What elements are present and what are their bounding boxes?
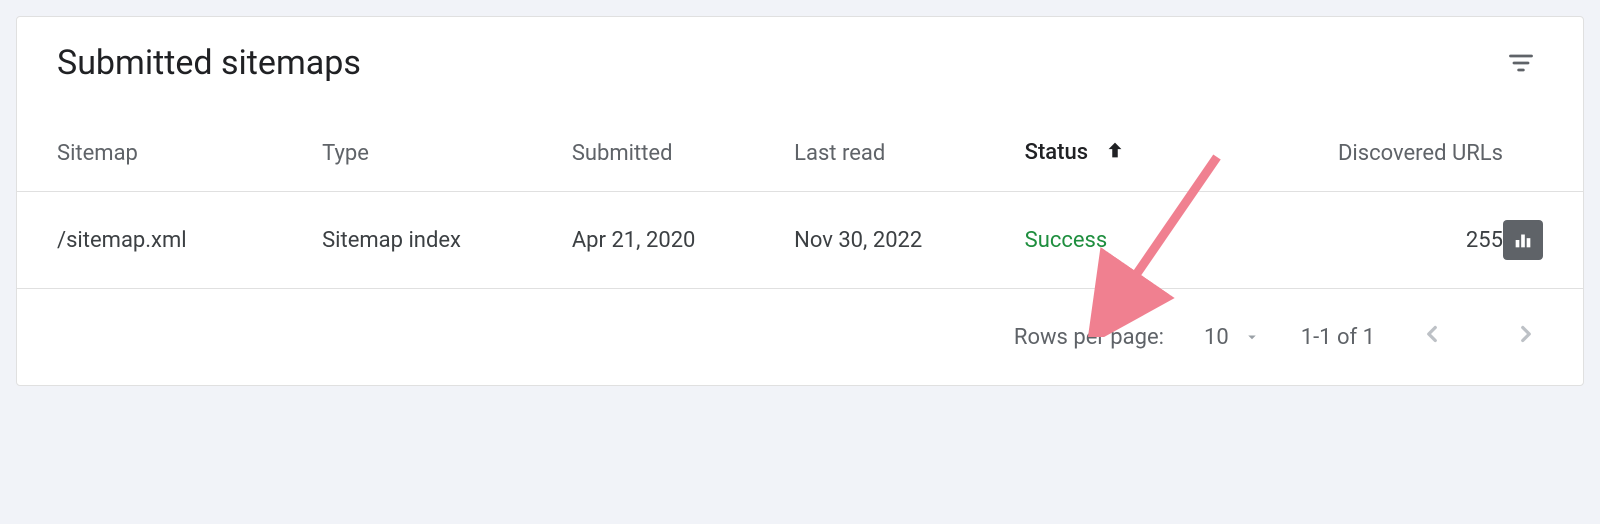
pagination-bar: Rows per page: 10 1-1 of 1: [17, 289, 1583, 385]
card-header: Submitted sitemaps: [17, 17, 1583, 109]
rows-per-page-value: 10: [1204, 325, 1229, 350]
card-title: Submitted sitemaps: [57, 43, 361, 83]
chevron-left-icon: [1419, 321, 1445, 347]
submitted-sitemaps-card: Submitted sitemaps Sitemap Type Submitte…: [16, 16, 1584, 386]
table-row[interactable]: /sitemap.xml Sitemap index Apr 21, 2020 …: [17, 192, 1583, 289]
sitemaps-table: Sitemap Type Submitted Last read Status …: [17, 109, 1583, 289]
status-badge: Success: [1025, 228, 1108, 253]
cell-type: Sitemap index: [322, 192, 572, 289]
filter-icon: [1507, 49, 1535, 77]
next-page-button[interactable]: [1509, 317, 1543, 357]
prev-page-button[interactable]: [1415, 317, 1449, 357]
rows-per-page-label: Rows per page:: [1014, 325, 1164, 350]
col-header-submitted[interactable]: Submitted: [572, 109, 794, 192]
chevron-right-icon: [1513, 321, 1539, 347]
bar-chart-icon: [1512, 229, 1534, 251]
col-header-type[interactable]: Type: [322, 109, 572, 192]
col-header-sitemap[interactable]: Sitemap: [17, 109, 322, 192]
col-header-last-read[interactable]: Last read: [794, 109, 1025, 192]
cell-last-read: Nov 30, 2022: [794, 192, 1025, 289]
pagination-arrows: [1415, 317, 1543, 357]
cell-sitemap: /sitemap.xml: [17, 192, 322, 289]
cell-submitted: Apr 21, 2020: [572, 192, 794, 289]
view-report-button[interactable]: [1503, 220, 1543, 260]
pagination-range: 1-1 of 1: [1301, 325, 1375, 350]
table-header-row: Sitemap Type Submitted Last read Status …: [17, 109, 1583, 192]
arrow-up-icon: [1104, 139, 1126, 167]
cell-status: Success: [1025, 192, 1206, 289]
rows-per-page-select[interactable]: 10: [1204, 325, 1261, 350]
cell-actions: [1503, 192, 1583, 289]
col-header-discovered-urls[interactable]: Discovered URLs: [1206, 109, 1503, 192]
caret-down-icon: [1243, 328, 1261, 346]
col-header-status[interactable]: Status: [1025, 109, 1206, 192]
col-header-actions: [1503, 109, 1583, 192]
filter-button[interactable]: [1499, 41, 1543, 85]
cell-discovered-urls: 255: [1206, 192, 1503, 289]
